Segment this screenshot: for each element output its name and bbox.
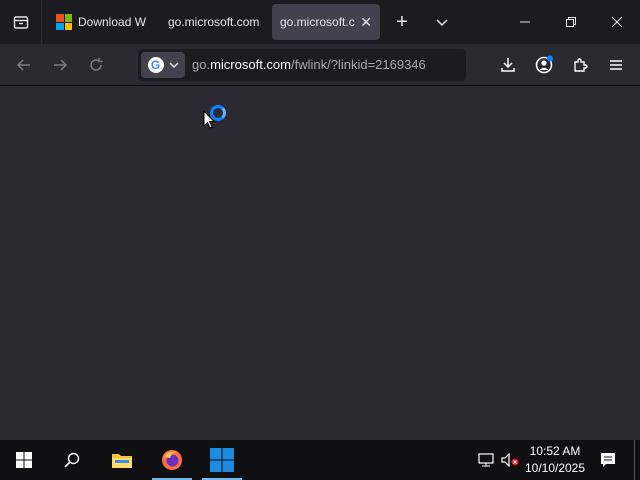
file-explorer-button[interactable]	[98, 440, 146, 480]
firefox-view-button[interactable]	[0, 0, 42, 44]
minimize-button[interactable]	[502, 0, 548, 44]
notifications-button[interactable]	[594, 440, 622, 480]
folder-icon	[112, 454, 132, 468]
start-button[interactable]	[0, 440, 48, 480]
tab-go-microsoft[interactable]: go.microsoft.com	[158, 4, 262, 40]
forward-button[interactable]	[46, 52, 74, 78]
account-icon	[535, 55, 553, 74]
extensions-button[interactable]	[566, 52, 594, 78]
arrow-left-icon	[16, 59, 30, 71]
close-icon	[611, 16, 623, 28]
tab-label: go.microsoft.c	[280, 15, 355, 29]
clock[interactable]: 10:52 AM 10/10/2025	[522, 443, 588, 477]
new-tab-button[interactable]: +	[390, 8, 414, 36]
arrow-right-icon	[54, 59, 68, 71]
firefox-taskbar-button[interactable]	[148, 440, 196, 480]
restore-button[interactable]	[548, 0, 594, 44]
mouse-cursor-icon	[203, 110, 215, 129]
hamburger-menu-icon	[610, 60, 622, 70]
address-bar[interactable]: G go.microsoft.com/fwlink/?linkid=216934…	[138, 49, 466, 81]
windows-logo-icon	[16, 452, 32, 468]
taskbar: 10:52 AM 10/10/2025	[0, 440, 640, 480]
clock-date: 10/10/2025	[524, 461, 586, 475]
clock-time: 10:52 AM	[529, 444, 581, 458]
back-button[interactable]	[10, 52, 38, 78]
close-tab-icon[interactable]: ✕	[360, 14, 372, 31]
tab-active-go-microsoft[interactable]: go.microsoft.c ✕	[272, 4, 380, 40]
restore-icon	[566, 17, 576, 27]
menu-button[interactable]	[602, 52, 630, 78]
url-text[interactable]: go.microsoft.com/fwlink/?linkid=2169346	[192, 57, 426, 72]
downloads-button[interactable]	[494, 52, 522, 78]
windows-tiles-icon	[210, 448, 234, 472]
close-window-button[interactable]	[594, 0, 640, 44]
chevron-down-icon	[436, 19, 448, 27]
volume-muted-icon	[501, 453, 519, 467]
network-tray-button[interactable]	[474, 440, 498, 480]
navigation-toolbar: G go.microsoft.com/fwlink/?linkid=216934…	[0, 44, 640, 86]
search-button[interactable]	[48, 440, 96, 480]
puzzle-piece-icon	[574, 58, 588, 72]
minimize-icon	[520, 21, 530, 23]
google-icon: G	[147, 57, 164, 73]
show-desktop-button[interactable]	[634, 440, 640, 480]
tab-download-windows[interactable]: Download W	[48, 4, 150, 40]
chevron-down-icon	[168, 62, 179, 69]
windows-app-button[interactable]	[198, 440, 246, 480]
search-engine-button[interactable]: G	[141, 52, 185, 78]
volume-tray-button[interactable]	[498, 440, 522, 480]
network-icon	[478, 453, 494, 467]
reload-button[interactable]	[82, 52, 110, 78]
tab-bar: Download W go.microsoft.com go.microsoft…	[0, 0, 640, 44]
firefox-icon	[162, 450, 182, 470]
firefox-view-icon	[13, 16, 28, 29]
microsoft-logo-icon	[56, 14, 72, 30]
reload-icon	[90, 58, 103, 71]
download-icon	[501, 58, 515, 72]
list-all-tabs-button[interactable]	[428, 8, 456, 36]
search-icon	[64, 452, 80, 468]
page-content	[0, 86, 640, 440]
plus-icon: +	[396, 10, 408, 33]
account-button[interactable]	[530, 52, 558, 78]
tab-label: go.microsoft.com	[168, 15, 260, 29]
notification-icon	[601, 453, 615, 467]
tab-label: Download W	[78, 15, 147, 29]
